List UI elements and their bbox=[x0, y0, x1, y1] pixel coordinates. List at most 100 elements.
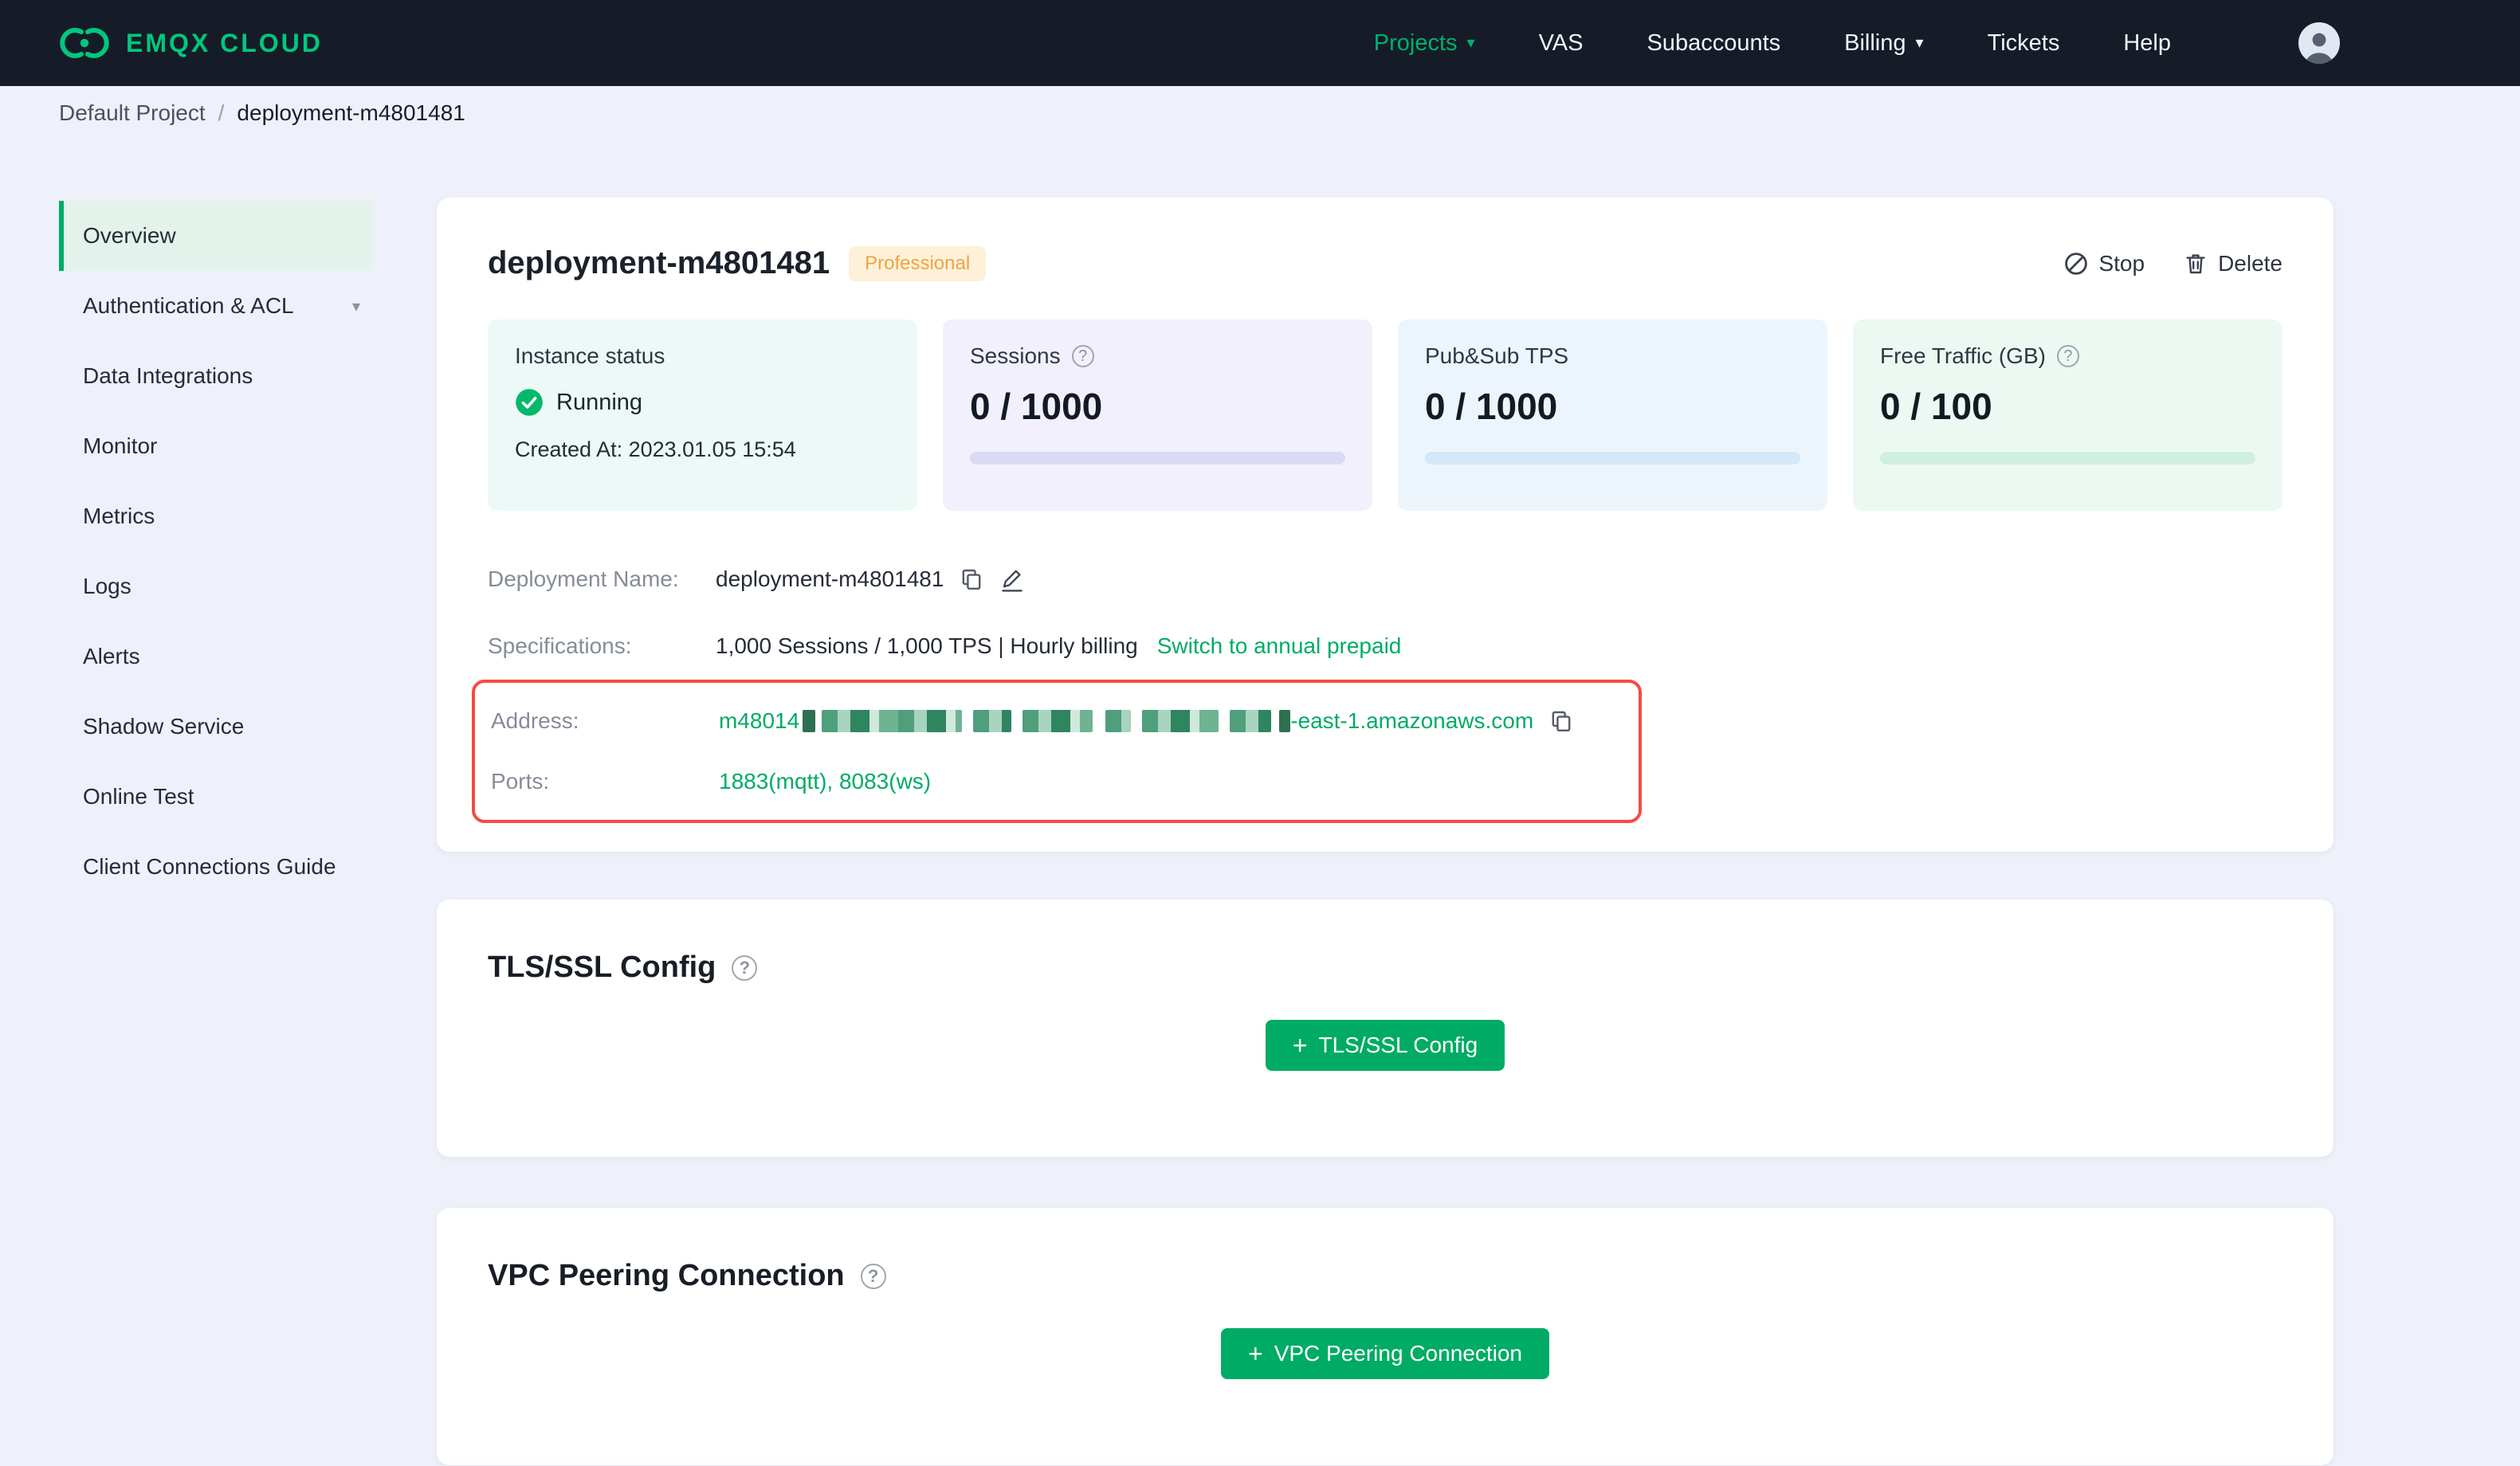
switch-annual-prepaid-link[interactable]: Switch to annual prepaid bbox=[1157, 633, 1402, 659]
nav-tickets[interactable]: Tickets bbox=[1988, 30, 2060, 57]
sidebar-item-client-connections-guide[interactable]: Client Connections Guide bbox=[59, 832, 373, 902]
edit-deployment-name-button[interactable] bbox=[999, 566, 1025, 592]
emqx-logo-icon bbox=[60, 28, 109, 58]
ports-label: Ports: bbox=[491, 769, 550, 794]
copy-address-button[interactable] bbox=[1549, 709, 1573, 733]
stat-cards: Instance status Running Created At: 2023… bbox=[488, 319, 2283, 511]
stat-label: Free Traffic (GB) bbox=[1880, 343, 2046, 368]
stop-button-label: Stop bbox=[2098, 250, 2145, 276]
sidebar-item-monitor[interactable]: Monitor bbox=[59, 411, 373, 481]
address-redacted bbox=[803, 710, 816, 732]
nav-projects-label: Projects bbox=[1373, 29, 1458, 56]
tps-progress-bar bbox=[1425, 452, 1800, 464]
deployment-name-row: Deployment Name: deployment-m4801481 bbox=[488, 546, 2283, 613]
deployment-details: Deployment Name: deployment-m4801481 Spe… bbox=[472, 546, 2283, 823]
sidebar-item-label: Monitor bbox=[83, 433, 158, 458]
stat-value: 0 / 1000 bbox=[970, 386, 1103, 427]
sidebar-item-alerts[interactable]: Alerts bbox=[59, 621, 373, 692]
tls-section-title: TLS/SSL Config bbox=[488, 951, 716, 984]
breadcrumb-project[interactable]: Default Project bbox=[59, 100, 206, 126]
top-navigation: EMQX CLOUD Projects ▾ VAS Subaccounts Bi… bbox=[0, 0, 2520, 86]
stop-icon bbox=[2065, 252, 2088, 275]
stat-pubsub-tps: Pub&Sub TPS 0 / 1000 bbox=[1398, 319, 1827, 511]
nav-vas[interactable]: VAS bbox=[1539, 30, 1584, 57]
breadcrumb-separator: / bbox=[218, 100, 225, 125]
breadcrumb: Default Project / deployment-m4801481 bbox=[0, 86, 2520, 140]
stat-instance-status: Instance status Running Created At: 2023… bbox=[488, 319, 917, 511]
nav-projects[interactable]: Projects ▾ bbox=[1374, 30, 1475, 57]
nav-billing[interactable]: Billing ▾ bbox=[1844, 30, 1923, 57]
address-ports-highlight-box: Address: m48014 -east-1.amazonaws.com Po… bbox=[472, 680, 1642, 823]
sessions-progress-bar bbox=[970, 452, 1345, 464]
brand-logo[interactable]: EMQX CLOUD bbox=[59, 25, 323, 61]
nav-subaccounts[interactable]: Subaccounts bbox=[1647, 30, 1780, 57]
help-icon[interactable]: ? bbox=[2056, 345, 2079, 367]
plan-badge: Professional bbox=[849, 245, 987, 281]
address-redacted bbox=[822, 710, 963, 732]
help-icon[interactable]: ? bbox=[1071, 345, 1094, 367]
nav-help[interactable]: Help bbox=[2123, 30, 2171, 57]
address-suffix: -east-1.amazonaws.com bbox=[1290, 708, 1534, 733]
sidebar-item-logs[interactable]: Logs bbox=[59, 551, 373, 621]
plus-icon: + bbox=[1248, 1339, 1263, 1368]
ports-row: Ports: 1883(mqtt), 8083(ws) bbox=[491, 751, 1639, 812]
breadcrumb-current: deployment-m4801481 bbox=[237, 100, 465, 125]
content-area: Overview Authentication & ACL ▾ Data Int… bbox=[0, 140, 2520, 1465]
help-icon[interactable]: ? bbox=[860, 1263, 886, 1289]
stop-button[interactable]: Stop bbox=[2063, 251, 2145, 276]
plus-icon: + bbox=[1292, 1031, 1308, 1060]
deployment-overview-card: deployment-m4801481 Professional Stop De… bbox=[437, 198, 2334, 852]
address-redacted bbox=[973, 710, 1012, 732]
nav-menu: Projects ▾ VAS Subaccounts Billing ▾ Tic… bbox=[1374, 22, 2340, 64]
brand-name: EMQX CLOUD bbox=[126, 28, 323, 57]
vpc-peering-connection-card: VPC Peering Connection ? + VPC Peering C… bbox=[437, 1208, 2334, 1465]
deployment-actions: Stop Delete bbox=[2063, 251, 2283, 276]
check-circle-icon bbox=[516, 389, 543, 416]
delete-button[interactable]: Delete bbox=[2183, 251, 2283, 276]
sidebar-item-metrics[interactable]: Metrics bbox=[59, 481, 373, 551]
chevron-down-icon: ▾ bbox=[1915, 34, 1924, 52]
chevron-down-icon: ▾ bbox=[351, 297, 360, 316]
stat-label: Pub&Sub TPS bbox=[1425, 343, 1569, 368]
ports-value: 1883(mqtt), 8083(ws) bbox=[719, 769, 932, 794]
address-redacted bbox=[1023, 710, 1093, 732]
edit-pencil-icon bbox=[1002, 570, 1023, 592]
stat-sessions: Sessions ? 0 / 1000 bbox=[943, 319, 1372, 511]
sidebar-item-online-test[interactable]: Online Test bbox=[59, 762, 373, 832]
sidebar-item-shadow-service[interactable]: Shadow Service bbox=[59, 692, 373, 762]
address-row: Address: m48014 -east-1.amazonaws.com bbox=[491, 691, 1639, 751]
tls-ssl-config-card: TLS/SSL Config ? + TLS/SSL Config bbox=[437, 900, 2334, 1157]
sidebar-item-authentication-acl[interactable]: Authentication & ACL ▾ bbox=[59, 271, 373, 341]
sidebar-item-overview[interactable]: Overview bbox=[59, 201, 373, 271]
address-prefix: m48014 bbox=[719, 708, 800, 733]
sidebar: Overview Authentication & ACL ▾ Data Int… bbox=[59, 201, 373, 902]
add-vpc-peering-connection-label: VPC Peering Connection bbox=[1274, 1341, 1522, 1366]
deployment-title: deployment-m4801481 bbox=[488, 245, 830, 280]
nav-help-label: Help bbox=[2123, 29, 2171, 56]
add-vpc-peering-connection-button[interactable]: + VPC Peering Connection bbox=[1221, 1328, 1549, 1379]
help-icon[interactable]: ? bbox=[732, 954, 758, 981]
address-label: Address: bbox=[491, 708, 579, 733]
stat-value: 0 / 1000 bbox=[1425, 386, 1558, 427]
deployment-name-value: deployment-m4801481 bbox=[716, 566, 944, 591]
stat-free-traffic: Free Traffic (GB) ? 0 / 100 bbox=[1853, 319, 2283, 511]
nav-subaccounts-label: Subaccounts bbox=[1647, 29, 1781, 56]
sidebar-item-data-integrations[interactable]: Data Integrations bbox=[59, 341, 373, 411]
add-tls-ssl-config-button[interactable]: + TLS/SSL Config bbox=[1265, 1020, 1505, 1071]
copy-icon bbox=[1552, 711, 1571, 732]
user-avatar[interactable] bbox=[2298, 22, 2340, 64]
address-redacted bbox=[1230, 710, 1272, 732]
stat-value: 0 / 100 bbox=[1880, 386, 1992, 427]
copy-icon bbox=[963, 569, 981, 590]
specifications-value: 1,000 Sessions / 1,000 TPS | Hourly bill… bbox=[716, 633, 1138, 658]
sidebar-item-label: Logs bbox=[83, 574, 131, 598]
nav-billing-label: Billing bbox=[1844, 29, 1906, 56]
sidebar-item-label: Online Test bbox=[83, 784, 194, 809]
sidebar-item-label: Metrics bbox=[83, 504, 155, 528]
address-redacted bbox=[1279, 710, 1291, 732]
created-at: Created At: 2023.01.05 15:54 bbox=[515, 437, 796, 461]
copy-deployment-name-button[interactable] bbox=[960, 567, 983, 591]
deployment-name-label: Deployment Name: bbox=[488, 566, 679, 591]
main-panel: deployment-m4801481 Professional Stop De… bbox=[437, 140, 2334, 1465]
add-tls-ssl-config-label: TLS/SSL Config bbox=[1318, 1033, 1478, 1057]
